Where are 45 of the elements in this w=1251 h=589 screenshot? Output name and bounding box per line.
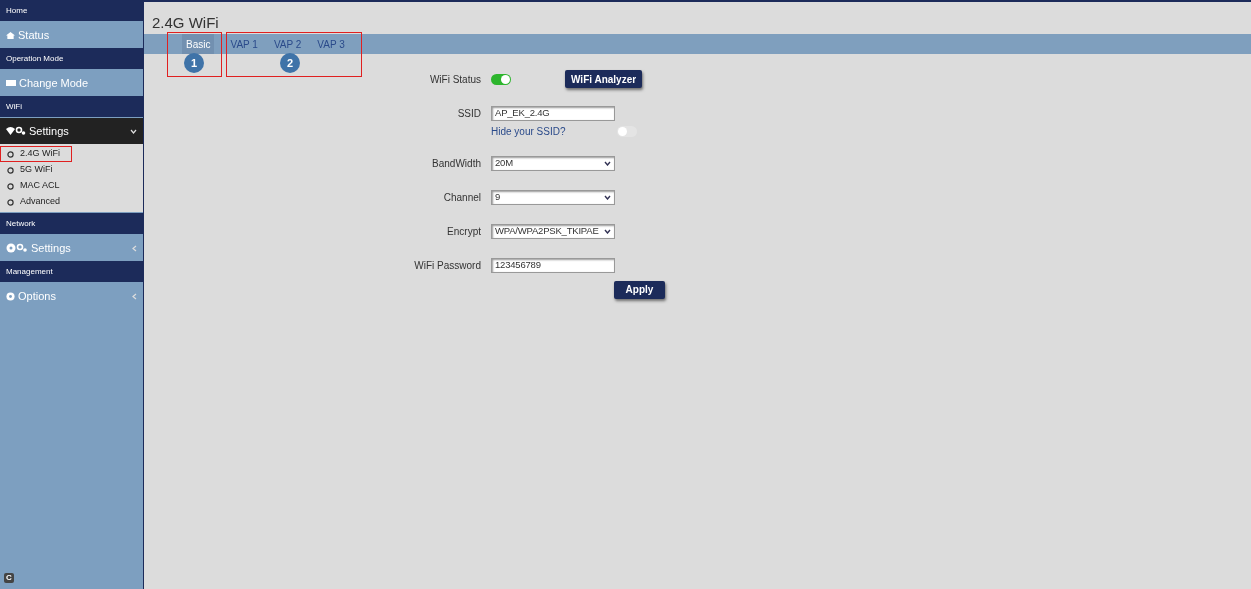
circle-icon <box>7 150 14 158</box>
field-label: Encrypt <box>447 224 481 239</box>
chevron-down-icon <box>130 128 137 134</box>
chevron-down-icon <box>604 195 611 200</box>
field-label: WiFi Password <box>414 258 481 273</box>
home-icon <box>6 30 15 40</box>
step-marker: 1 <box>184 53 204 73</box>
wifi-gears-icon <box>6 126 26 136</box>
highlight-frame <box>167 32 222 77</box>
chevron-down-icon <box>604 161 611 166</box>
wifi-analyzer-button[interactable]: WiFi Analyzer <box>565 70 643 88</box>
submenu-item[interactable]: Advanced <box>0 194 72 210</box>
menu-item[interactable]: Settings <box>0 118 143 144</box>
section-header: Home <box>0 0 143 21</box>
input-field[interactable]: 123456789 <box>491 258 615 273</box>
chevron-down-icon <box>604 229 611 234</box>
field-label: WiFi Status <box>429 72 481 87</box>
circle-icon <box>7 198 14 206</box>
hint-text: Hide your SSID? <box>491 125 566 139</box>
toggle-switch[interactable] <box>617 126 637 137</box>
field-label: BandWidth <box>432 156 481 171</box>
apply-button[interactable]: Apply <box>614 280 665 299</box>
section-header: Management <box>0 261 143 282</box>
page-title: 2.4G WiFi <box>152 12 219 33</box>
toggle-switch[interactable] <box>491 73 511 85</box>
submenu-item[interactable]: 5G WiFi <box>0 162 72 178</box>
submenu-item[interactable]: MAC ACL <box>0 178 72 194</box>
field-label: Channel <box>443 190 481 205</box>
gear-icon <box>6 291 15 301</box>
chevron-left-icon <box>132 244 137 252</box>
circle-icon <box>7 166 14 174</box>
submenu-item[interactable]: 2.4G WiFi <box>0 146 72 162</box>
circle-icon <box>7 182 14 190</box>
input-field[interactable]: AP_EK_2.4G <box>491 106 615 121</box>
network-gears-icon <box>6 243 28 253</box>
section-header: Network <box>0 213 143 234</box>
footer-badge: C <box>4 573 14 583</box>
dropdown[interactable]: WPA/WPA2PSK_TKIPAE <box>491 224 615 239</box>
step-marker: 2 <box>280 53 300 73</box>
field-label: SSID <box>457 106 481 121</box>
dropdown[interactable]: 20M <box>491 156 615 171</box>
dropdown[interactable]: 9 <box>491 190 615 205</box>
section-header: WiFi <box>0 96 143 117</box>
chevron-left-icon <box>132 292 137 300</box>
section-header: Operation Mode <box>0 48 143 69</box>
